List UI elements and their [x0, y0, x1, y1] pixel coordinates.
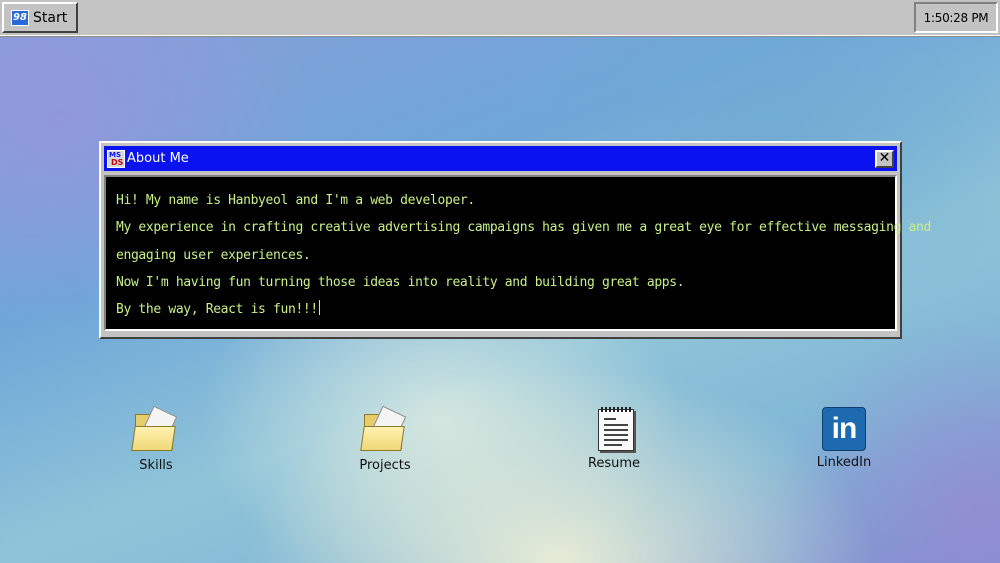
desktop-icon-label: LinkedIn [816, 455, 872, 470]
about-me-window: MS DS About Me ✕ Hi! My name is Hanbyeol… [99, 141, 931, 339]
terminal-line-last: By the way, React is fun!!! [116, 296, 885, 323]
windows-logo-icon: 98 [11, 9, 29, 26]
desktop-icon-skills[interactable]: Skills [106, 405, 206, 473]
folder-icon [131, 405, 180, 454]
window-titlebar[interactable]: MS DS About Me ✕ [104, 146, 897, 171]
desktop-icon-label: Resume [587, 456, 641, 471]
ms-dos-icon: MS DS [107, 149, 125, 168]
desktop-icon-label: Skills [139, 458, 173, 473]
close-button[interactable]: ✕ [875, 149, 894, 168]
start-label: Start [33, 9, 68, 26]
folder-icon [360, 405, 409, 454]
taskbar-clock: 1:50:28 PM [914, 2, 998, 33]
desktop-icon-label: Projects [359, 458, 411, 473]
text-cursor [318, 300, 320, 316]
terminal-line: Now I'm having fun turning those ideas i… [116, 274, 685, 290]
document-icon [590, 406, 638, 452]
desktop-icon-projects[interactable]: Projects [335, 405, 435, 473]
linkedin-icon: in [820, 405, 868, 451]
terminal-line: Hi! My name is Hanbyeol and I'm a web de… [116, 193, 475, 208]
terminal-line-text: By the way, React is fun!!! [116, 302, 318, 318]
terminal-content: Hi! My name is Hanbyeol and I'm a web de… [104, 175, 931, 331]
taskbar: 98 Start 1:50:28 PM [0, 0, 1000, 36]
desktop-icon-linkedin[interactable]: in LinkedIn [794, 405, 894, 470]
window-title: About Me [127, 151, 189, 166]
start-button[interactable]: 98 Start [2, 2, 78, 33]
terminal-line: My experience in crafting creative adver… [116, 220, 931, 236]
desktop-icon-resume[interactable]: Resume [564, 406, 664, 471]
terminal-line: engaging user experiences. [116, 247, 311, 263]
